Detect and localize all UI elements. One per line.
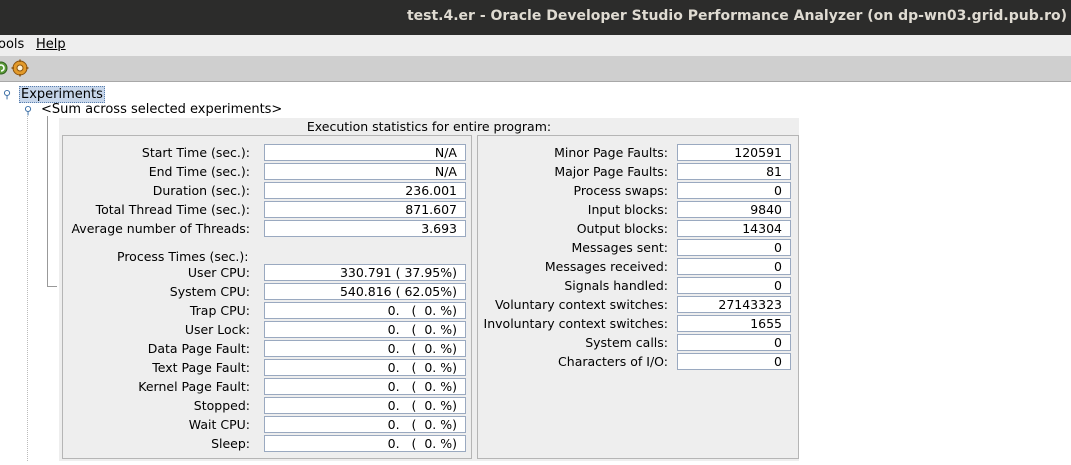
process-stats-subpanel: Start Time (sec.): N/A End Time (sec.): N/A… bbox=[62, 135, 472, 459]
process-time-row-label: User CPU: bbox=[187, 265, 250, 280]
stat-row-value-field[interactable]: N/A bbox=[264, 144, 466, 161]
tree-line-child-v bbox=[47, 116, 48, 286]
system-stat-row-value-field[interactable]: 14304 bbox=[677, 220, 791, 237]
menu-help[interactable]: Help bbox=[36, 37, 66, 52]
process-time-row-label: Text Page Fault: bbox=[152, 360, 250, 375]
refresh-icon[interactable] bbox=[0, 59, 10, 77]
stat-row-label: Average number of Threads: bbox=[71, 221, 250, 236]
process-time-row-value-field[interactable]: 540.816 ( 62.05%) bbox=[264, 283, 466, 300]
tree-line-guide bbox=[27, 116, 28, 461]
process-time-row-label: Wait CPU: bbox=[188, 417, 250, 432]
system-stat-row-value-field[interactable]: 0 bbox=[677, 334, 791, 351]
menu-help-label: Help bbox=[36, 37, 66, 52]
system-stat-row-label: Input blocks: bbox=[587, 202, 668, 217]
tree-node-experiments-label: Experiments bbox=[19, 86, 105, 103]
process-time-row-label: Stopped: bbox=[193, 398, 250, 413]
system-stat-row-label: Messages sent: bbox=[571, 240, 668, 255]
process-time-row-value-field[interactable]: 0. ( 0. %) bbox=[264, 378, 466, 395]
process-time-row-label: Trap CPU: bbox=[189, 303, 250, 318]
system-stat-row-label: Voluntary context switches: bbox=[494, 297, 668, 312]
process-time-row-value-field[interactable]: 0. ( 0. %) bbox=[264, 397, 466, 414]
system-stat-row-label: Characters of I/O: bbox=[558, 354, 668, 369]
system-stat-row-value-field[interactable]: 1655 bbox=[677, 315, 791, 332]
stat-row-label: Start Time (sec.): bbox=[141, 145, 250, 160]
experiments-tree-panel: ⚲ Experiments ⚲ <Sum across selected exp… bbox=[0, 82, 1071, 465]
tree-expand-icon[interactable]: ⚲ bbox=[3, 88, 11, 101]
system-stat-row-value-field[interactable]: 27143323 bbox=[677, 296, 791, 313]
system-stat-row-value-field[interactable]: 9840 bbox=[677, 201, 791, 218]
system-stat-row-value-field[interactable]: 81 bbox=[677, 163, 791, 180]
stat-row-value-field[interactable]: 3.693 bbox=[264, 220, 466, 237]
toolbar bbox=[0, 56, 1071, 82]
stats-title: Execution statistics for entire program: bbox=[306, 119, 552, 134]
window-title: test.4.er - Oracle Developer Studio Perf… bbox=[406, 8, 1067, 24]
execution-statistics-panel: Execution statistics for entire program:… bbox=[59, 118, 799, 461]
tree-line-child-h bbox=[47, 286, 57, 287]
process-time-row-value-field[interactable]: 0. ( 0. %) bbox=[264, 340, 466, 357]
process-time-row-value-field[interactable]: 0. ( 0. %) bbox=[264, 416, 466, 433]
stat-row-value-field[interactable]: N/A bbox=[264, 163, 466, 180]
system-stat-row-label: Major Page Faults: bbox=[554, 164, 668, 179]
stat-row-label: End Time (sec.): bbox=[148, 164, 250, 179]
system-stat-row-label: Output blocks: bbox=[576, 221, 668, 236]
process-time-row-value-field[interactable]: 330.791 ( 37.95%) bbox=[264, 264, 466, 281]
system-stat-row-value-field[interactable]: 0 bbox=[677, 277, 791, 294]
stat-row-label: Duration (sec.): bbox=[152, 183, 250, 198]
stat-row-label: Total Thread Time (sec.): bbox=[95, 202, 250, 217]
process-times-label: Process Times (sec.): bbox=[117, 249, 249, 264]
menubar: ools Help bbox=[0, 35, 1071, 57]
stat-row-value-field[interactable]: 236.001 bbox=[264, 182, 466, 199]
process-time-row-label: Data Page Fault: bbox=[147, 341, 250, 356]
tree-node-experiments[interactable]: Experiments bbox=[19, 86, 105, 103]
tree-expand-icon[interactable]: ⚲ bbox=[24, 104, 32, 117]
system-stat-row-value-field[interactable]: 0 bbox=[677, 182, 791, 199]
process-time-row-label: System CPU: bbox=[169, 284, 250, 299]
process-time-row-label: User Lock: bbox=[184, 322, 250, 337]
process-time-row-label: Kernel Page Fault: bbox=[138, 379, 250, 394]
window-titlebar: test.4.er - Oracle Developer Studio Perf… bbox=[0, 0, 1071, 35]
system-stat-row-value-field[interactable]: 0 bbox=[677, 258, 791, 275]
stat-row-value-field[interactable]: 871.607 bbox=[264, 201, 466, 218]
process-time-row-value-field[interactable]: 0. ( 0. %) bbox=[264, 435, 466, 452]
system-stat-row-value-field[interactable]: 0 bbox=[677, 239, 791, 256]
process-time-row-label: Sleep: bbox=[211, 436, 250, 451]
system-stat-row-label: Messages received: bbox=[544, 259, 668, 274]
system-stat-row-value-field[interactable]: 0 bbox=[677, 353, 791, 370]
system-stat-row-value-field[interactable]: 120591 bbox=[677, 144, 791, 161]
process-time-row-value-field[interactable]: 0. ( 0. %) bbox=[264, 359, 466, 376]
system-stat-row-label: Process swaps: bbox=[573, 183, 668, 198]
system-stat-row-label: Minor Page Faults: bbox=[554, 145, 668, 160]
tree-node-sum[interactable]: <Sum across selected experiments> bbox=[41, 102, 282, 117]
system-stat-row-label: Signals handled: bbox=[564, 278, 668, 293]
settings-gear-icon[interactable] bbox=[11, 59, 29, 77]
process-time-row-value-field[interactable]: 0. ( 0. %) bbox=[264, 321, 466, 338]
system-stat-row-label: Involuntary context switches: bbox=[483, 316, 668, 331]
system-stat-row-label: System calls: bbox=[585, 335, 668, 350]
menu-tools[interactable]: ools bbox=[0, 37, 24, 52]
system-stats-subpanel: Minor Page Faults: 120591 Major Page Fault… bbox=[477, 135, 799, 459]
process-time-row-value-field[interactable]: 0. ( 0. %) bbox=[264, 302, 466, 319]
